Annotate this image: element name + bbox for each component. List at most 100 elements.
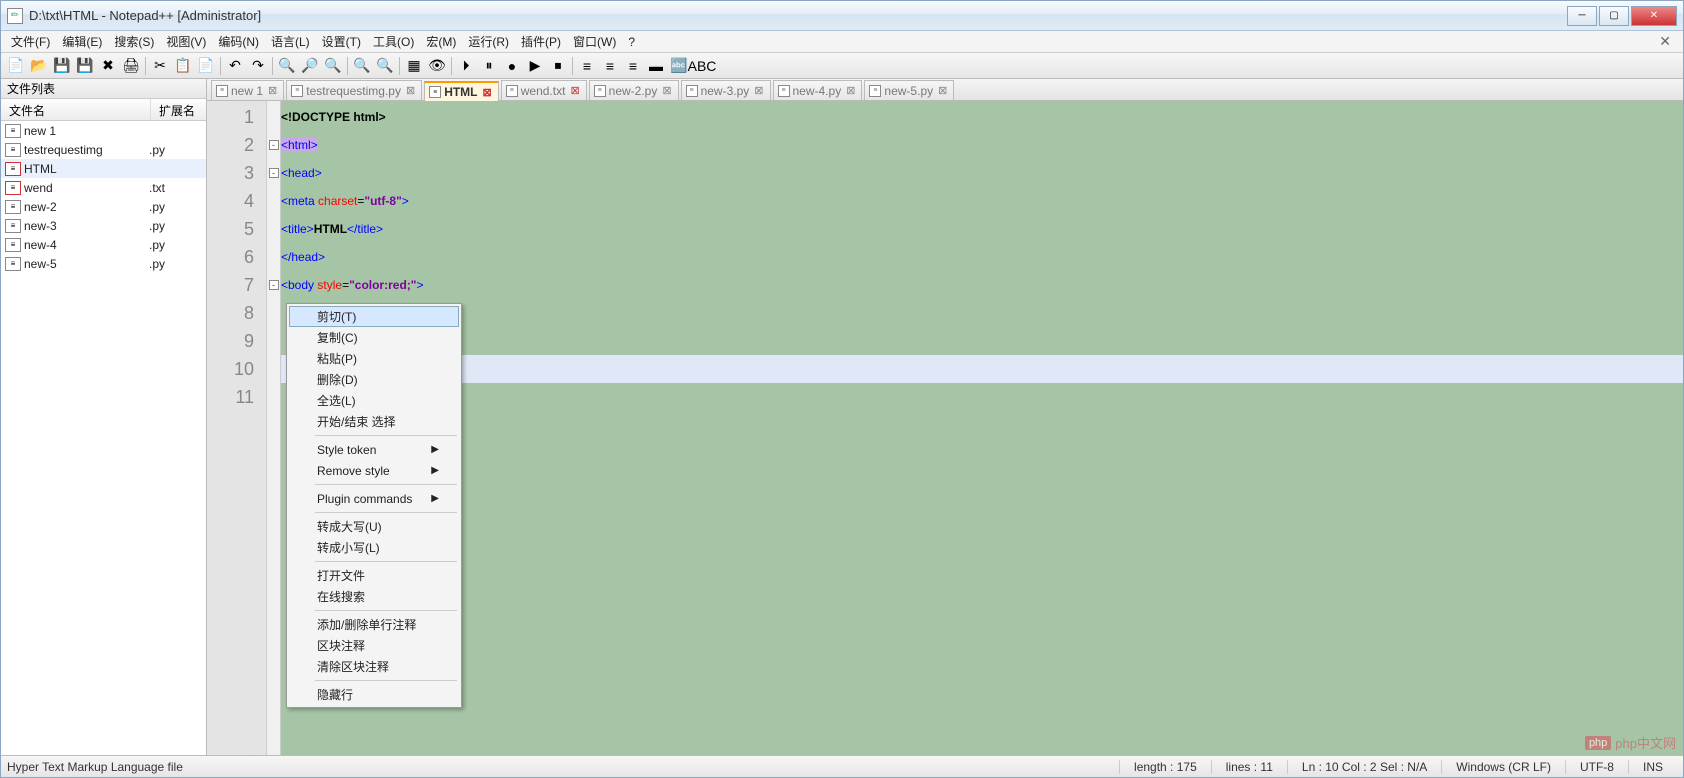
- editor-tab[interactable]: ≡new-3.py⊠: [681, 80, 771, 100]
- context-menu-item[interactable]: 打开文件: [289, 565, 459, 586]
- toolbar-button[interactable]: 📄: [195, 55, 217, 77]
- toolbar-button[interactable]: 📂: [28, 55, 50, 77]
- menu-item[interactable]: 窗口(W): [567, 31, 622, 52]
- code-line[interactable]: [281, 383, 1683, 411]
- toolbar-button[interactable]: 💾: [74, 55, 96, 77]
- menu-item[interactable]: 文件(F): [5, 31, 56, 52]
- status-mode[interactable]: INS: [1628, 760, 1677, 774]
- tab-close-icon[interactable]: ⊠: [844, 84, 857, 97]
- menu-item[interactable]: 设置(T): [316, 31, 367, 52]
- toolbar-button[interactable]: 👁: [426, 55, 448, 77]
- col-filename[interactable]: 文件名: [1, 99, 151, 120]
- editor-tab[interactable]: ≡testrequestimg.py⊠: [286, 80, 422, 100]
- context-menu-item[interactable]: 在线搜索: [289, 586, 459, 607]
- context-menu-item[interactable]: 删除(D): [289, 369, 459, 390]
- close-button[interactable]: ✕: [1631, 6, 1677, 26]
- toolbar-button[interactable]: 🔍: [351, 55, 373, 77]
- context-menu-item[interactable]: 隐藏行: [289, 684, 459, 705]
- menu-item[interactable]: 编码(N): [212, 31, 265, 52]
- code-area[interactable]: <!DOCTYPE html><html><head><meta charset…: [281, 101, 1683, 755]
- toolbar-button[interactable]: 🔍: [374, 55, 396, 77]
- toolbar-button[interactable]: ▦: [403, 55, 425, 77]
- status-eol[interactable]: Windows (CR LF): [1441, 760, 1565, 774]
- file-row[interactable]: ≡wend.txt: [1, 178, 206, 197]
- toolbar-button[interactable]: ⏹: [547, 55, 569, 77]
- context-menu-item[interactable]: 粘贴(P): [289, 348, 459, 369]
- toolbar-button[interactable]: ≡: [599, 55, 621, 77]
- tab-close-icon[interactable]: ⊠: [481, 86, 494, 99]
- code-line[interactable]: <body style="color:red;">: [281, 271, 1683, 299]
- context-menu-item[interactable]: Plugin commands▶: [289, 488, 459, 509]
- editor-tab[interactable]: ≡wend.txt⊠: [501, 80, 587, 100]
- menu-item[interactable]: 编辑(E): [56, 31, 108, 52]
- toolbar-button[interactable]: ⏸: [478, 55, 500, 77]
- code-line[interactable]: [281, 355, 1683, 383]
- fold-toggle-icon[interactable]: -: [269, 140, 279, 150]
- tab-close-icon[interactable]: ⊠: [266, 84, 279, 97]
- menu-item[interactable]: 运行(R): [462, 31, 515, 52]
- tab-close-icon[interactable]: ⊠: [404, 84, 417, 97]
- toolbar-button[interactable]: 🔎: [299, 55, 321, 77]
- code-line[interactable]: <!DOCTYPE html>: [281, 103, 1683, 131]
- toolbar-button[interactable]: 🖨: [120, 55, 142, 77]
- menu-close-x[interactable]: ✕: [1651, 33, 1679, 50]
- toolbar-button[interactable]: ≡: [576, 55, 598, 77]
- toolbar-button[interactable]: ✂: [149, 55, 171, 77]
- menu-item[interactable]: ?: [622, 33, 641, 51]
- code-line[interactable]: <title>HTML</title>: [281, 215, 1683, 243]
- minimize-button[interactable]: ─: [1567, 6, 1597, 26]
- fold-toggle-icon[interactable]: -: [269, 168, 279, 178]
- menu-item[interactable]: 语言(L): [265, 31, 316, 52]
- tab-close-icon[interactable]: ⊠: [752, 84, 765, 97]
- toolbar-button[interactable]: ✖: [97, 55, 119, 77]
- file-row[interactable]: ≡new-5.py: [1, 254, 206, 273]
- col-ext[interactable]: 扩展名: [151, 99, 206, 120]
- toolbar-button[interactable]: 🔍: [322, 55, 344, 77]
- tab-close-icon[interactable]: ⊠: [936, 84, 949, 97]
- menu-item[interactable]: 视图(V): [160, 31, 212, 52]
- code-line[interactable]: [281, 327, 1683, 355]
- title-bar[interactable]: D:\txt\HTML - Notepad++ [Administrator] …: [1, 1, 1683, 31]
- toolbar-button[interactable]: 📋: [172, 55, 194, 77]
- toolbar-button[interactable]: ▬: [645, 55, 667, 77]
- context-menu-item[interactable]: 转成小写(L): [289, 537, 459, 558]
- context-menu-item[interactable]: 清除区块注释: [289, 656, 459, 677]
- menu-item[interactable]: 宏(M): [420, 31, 462, 52]
- editor-tab[interactable]: ≡new-2.py⊠: [589, 80, 679, 100]
- menu-item[interactable]: 工具(O): [367, 31, 420, 52]
- toolbar-button[interactable]: ABC: [691, 55, 713, 77]
- code-line[interactable]: <p>我的第一个段落。</p>: [281, 299, 1683, 327]
- file-row[interactable]: ≡HTML: [1, 159, 206, 178]
- file-row[interactable]: ≡testrequestimg.py: [1, 140, 206, 159]
- tab-close-icon[interactable]: ⊠: [660, 84, 673, 97]
- file-row[interactable]: ≡new-2.py: [1, 197, 206, 216]
- editor-tab[interactable]: ≡new 1⊠: [211, 80, 284, 100]
- context-menu-item[interactable]: 区块注释: [289, 635, 459, 656]
- menu-item[interactable]: 搜索(S): [108, 31, 160, 52]
- editor-tab[interactable]: ≡HTML⊠: [424, 81, 499, 101]
- context-menu-item[interactable]: 全选(L): [289, 390, 459, 411]
- context-menu-item[interactable]: 添加/删除单行注释: [289, 614, 459, 635]
- fold-toggle-icon[interactable]: -: [269, 280, 279, 290]
- toolbar-button[interactable]: ≡: [622, 55, 644, 77]
- status-encoding[interactable]: UTF-8: [1565, 760, 1628, 774]
- context-menu-item[interactable]: 转成大写(U): [289, 516, 459, 537]
- code-line[interactable]: <html>: [281, 131, 1683, 159]
- file-row[interactable]: ≡new-3.py: [1, 216, 206, 235]
- code-line[interactable]: <meta charset="utf-8">: [281, 187, 1683, 215]
- toolbar-button[interactable]: 🔍: [276, 55, 298, 77]
- toolbar-button[interactable]: ⏵: [455, 55, 477, 77]
- toolbar-button[interactable]: 📄: [5, 55, 27, 77]
- editor-tab[interactable]: ≡new-5.py⊠: [864, 80, 954, 100]
- context-menu-item[interactable]: 开始/结束 选择: [289, 411, 459, 432]
- toolbar-button[interactable]: 💾: [51, 55, 73, 77]
- code-line[interactable]: <head>: [281, 159, 1683, 187]
- context-menu-item[interactable]: Remove style▶: [289, 460, 459, 481]
- context-menu-item[interactable]: Style token▶: [289, 439, 459, 460]
- editor-tab[interactable]: ≡new-4.py⊠: [773, 80, 863, 100]
- code-line[interactable]: </head>: [281, 243, 1683, 271]
- file-row[interactable]: ≡new-4.py: [1, 235, 206, 254]
- context-menu-item[interactable]: 复制(C): [289, 327, 459, 348]
- context-menu-item[interactable]: 剪切(T): [289, 306, 459, 327]
- tab-close-icon[interactable]: ⊠: [568, 84, 581, 97]
